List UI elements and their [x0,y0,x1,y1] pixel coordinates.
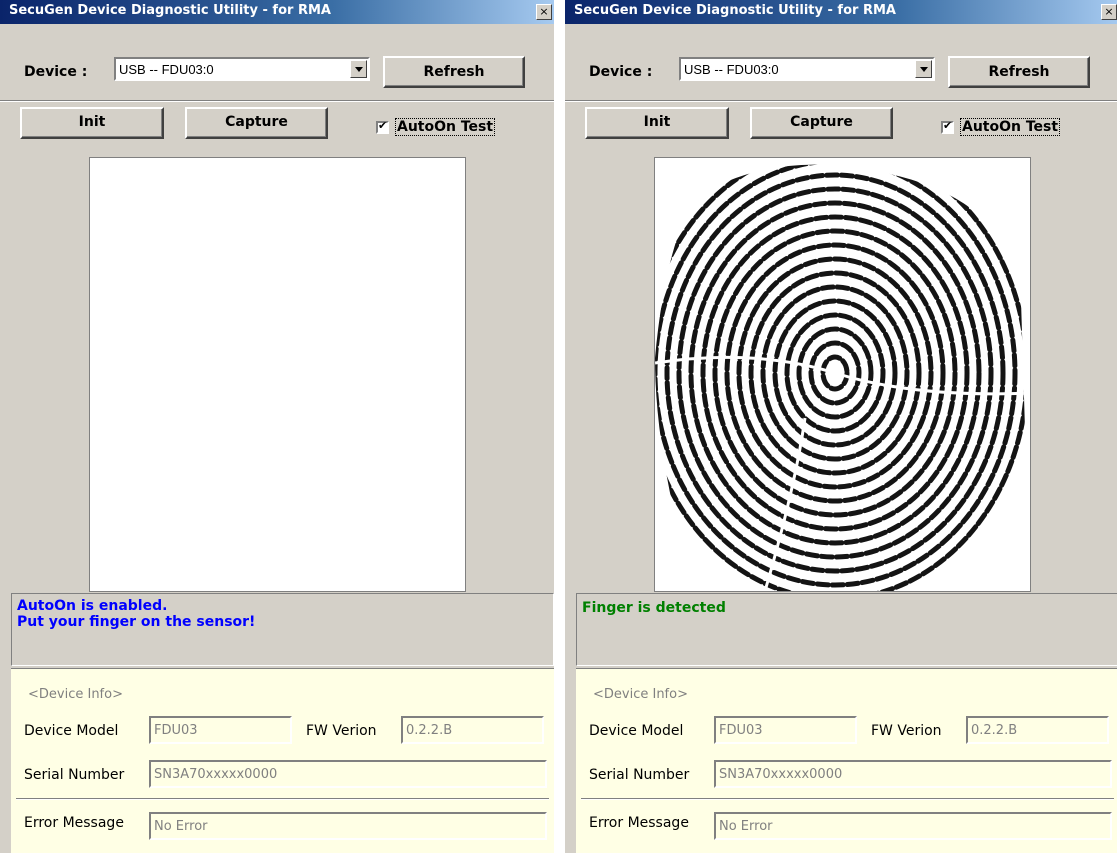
fingerprint-image-area [654,157,1031,592]
status-message-line-2: Put your finger on the sensor! [17,614,256,630]
window-title: SecuGen Device Diagnostic Utility - for … [9,3,331,18]
divider [565,100,1117,102]
serial-number-label: Serial Number [589,767,690,783]
refresh-button[interactable]: Refresh [948,56,1090,88]
device-label: Device : [589,64,653,80]
fingerprint-image [655,164,1030,591]
fw-version-field: 0.2.2.B [401,716,544,744]
init-button[interactable]: Init [20,107,164,139]
close-icon[interactable]: × [536,4,552,20]
device-info-header: <Device Info> [28,687,123,702]
refresh-button[interactable]: Refresh [383,56,525,88]
error-message-field: No Error [149,812,547,840]
fw-version-label: FW Verion [306,723,377,739]
fw-version-label: FW Verion [871,723,942,739]
autoon-test-checkbox[interactable] [376,119,389,134]
divider [0,100,554,102]
info-divider [16,798,549,800]
status-message-line-1: Finger is detected [582,600,726,616]
error-message-field: No Error [714,812,1112,840]
error-message-label: Error Message [24,815,124,831]
device-select[interactable]: USB -- FDU03:0 [114,57,370,81]
device-model-field: FDU03 [714,716,857,744]
device-model-label: Device Model [589,723,684,739]
title-bar[interactable]: SecuGen Device Diagnostic Utility - for … [565,0,1117,24]
fw-version-field: 0.2.2.B [966,716,1109,744]
device-label: Device : [24,64,88,80]
status-panel: Finger is detected [576,593,1117,666]
device-select-value: USB -- FDU03:0 [119,62,214,77]
title-bar[interactable]: SecuGen Device Diagnostic Utility - for … [0,0,554,24]
device-select-value: USB -- FDU03:0 [684,62,779,77]
device-info-panel: <Device Info> Device Model FDU03 FW Veri… [11,668,554,853]
chevron-down-icon[interactable] [915,60,932,78]
fingerprint-image-area [89,157,466,592]
device-info-header: <Device Info> [593,687,688,702]
autoon-test-label[interactable]: AutoOn Test [395,118,496,136]
chevron-down-icon[interactable] [350,60,367,78]
serial-number-field: SN3A70xxxxx0000 [149,760,547,788]
close-icon[interactable]: × [1101,4,1117,20]
device-model-label: Device Model [24,723,119,739]
device-select[interactable]: USB -- FDU03:0 [679,57,935,81]
diagnostic-window-right: SecuGen Device Diagnostic Utility - for … [565,0,1117,853]
device-info-panel: <Device Info> Device Model FDU03 FW Veri… [576,668,1117,853]
info-divider [581,798,1114,800]
capture-button[interactable]: Capture [185,107,328,139]
serial-number-label: Serial Number [24,767,125,783]
status-message-line-1: AutoOn is enabled. [17,598,168,614]
error-message-label: Error Message [589,815,689,831]
autoon-test-checkbox[interactable] [941,119,954,134]
capture-button[interactable]: Capture [750,107,893,139]
device-model-field: FDU03 [149,716,292,744]
window-title: SecuGen Device Diagnostic Utility - for … [574,3,896,18]
diagnostic-window-left: SecuGen Device Diagnostic Utility - for … [0,0,554,853]
serial-number-field: SN3A70xxxxx0000 [714,760,1112,788]
status-panel: AutoOn is enabled. Put your finger on th… [11,593,554,666]
init-button[interactable]: Init [585,107,729,139]
autoon-test-label[interactable]: AutoOn Test [960,118,1061,136]
